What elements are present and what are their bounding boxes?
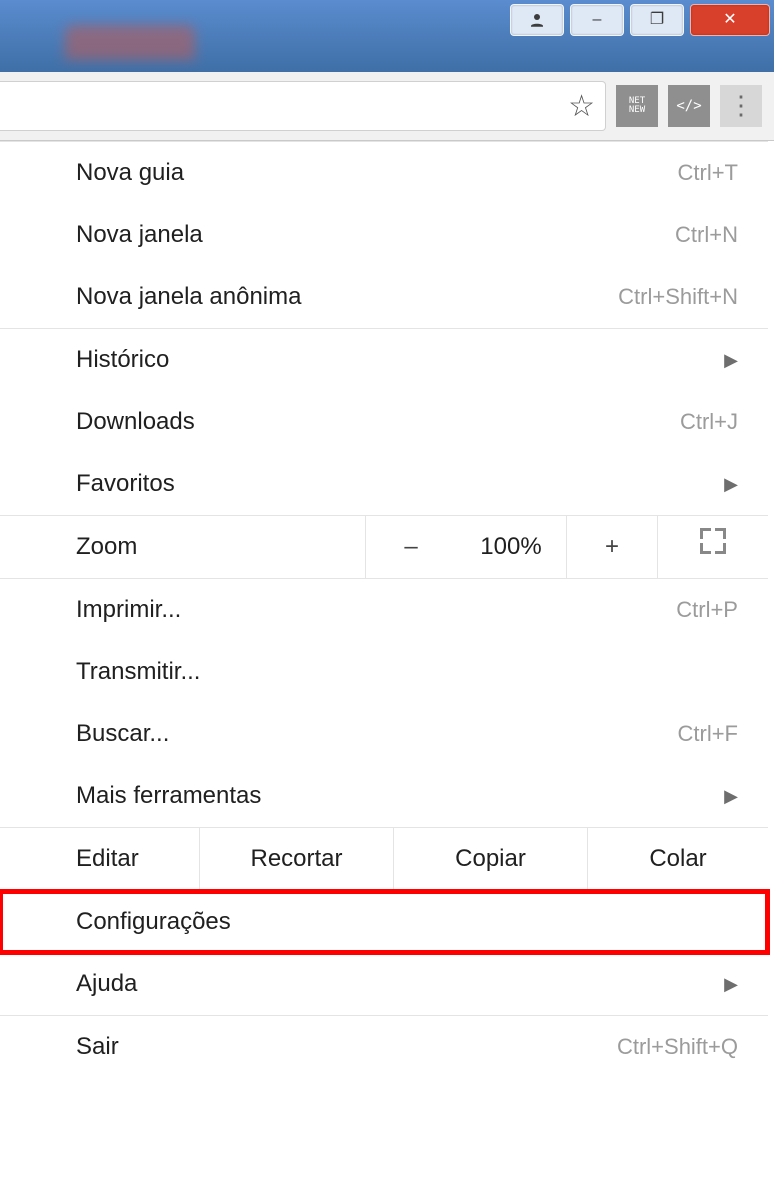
menu-exit[interactable]: Sair Ctrl+Shift+Q [0, 1015, 768, 1078]
menu-label: Ajuda [76, 970, 137, 998]
menu-new-window[interactable]: Nova janela Ctrl+N [0, 204, 768, 266]
browser-toolbar: ☆ NET NEW </> ⋮ [0, 72, 774, 141]
menu-label: Configurações [76, 908, 231, 936]
menu-print[interactable]: Imprimir... Ctrl+P [0, 579, 768, 641]
submenu-arrow-icon: ▶ [724, 350, 738, 371]
menu-history[interactable]: Histórico ▶ [0, 328, 768, 391]
menu-settings[interactable]: Configurações [0, 891, 768, 953]
menu-zoom: Zoom – 100% + [0, 515, 768, 579]
star-icon[interactable]: ☆ [568, 89, 595, 124]
submenu-arrow-icon: ▶ [724, 974, 738, 995]
main-menu-button[interactable]: ⋮ [720, 85, 762, 127]
edit-copy[interactable]: Copiar [394, 828, 588, 890]
minimize-icon: – [593, 12, 602, 28]
menu-label: Downloads [76, 408, 195, 436]
menu-shortcut: Ctrl+T [678, 160, 739, 186]
menu-label: Imprimir... [76, 596, 181, 624]
menu-label: Favoritos [76, 470, 175, 498]
extension-devtools[interactable]: </> [668, 85, 710, 127]
menu-new-tab[interactable]: Nova guia Ctrl+T [0, 142, 768, 204]
zoom-label: Zoom [0, 533, 365, 561]
maximize-button[interactable]: ❐ [630, 4, 684, 36]
menu-label: Nova janela anônima [76, 283, 301, 311]
close-icon: ✕ [723, 12, 736, 28]
edit-paste[interactable]: Colar [588, 828, 768, 890]
menu-more-tools[interactable]: Mais ferramentas ▶ [0, 765, 768, 827]
address-bar[interactable]: ☆ [0, 81, 606, 131]
fullscreen-icon [700, 528, 726, 554]
edit-label: Editar [0, 828, 200, 890]
menu-label: Sair [76, 1033, 119, 1061]
submenu-arrow-icon: ▶ [724, 786, 738, 807]
window-titlebar: – ❐ ✕ [0, 0, 774, 72]
fullscreen-button[interactable] [657, 516, 768, 578]
submenu-arrow-icon: ▶ [724, 474, 738, 495]
menu-shortcut: Ctrl+J [680, 409, 738, 435]
menu-label: Transmitir... [76, 658, 200, 686]
zoom-percent: 100% [456, 516, 566, 578]
menu-shortcut: Ctrl+P [676, 597, 738, 623]
menu-shortcut: Ctrl+Shift+N [618, 284, 738, 310]
user-switch-button[interactable] [510, 4, 564, 36]
menu-shortcut: Ctrl+N [675, 222, 738, 248]
menu-label: Mais ferramentas [76, 782, 261, 810]
menu-label: Nova guia [76, 159, 184, 187]
menu-bookmarks[interactable]: Favoritos ▶ [0, 453, 768, 515]
maximize-icon: ❐ [650, 12, 664, 28]
menu-incognito[interactable]: Nova janela anônima Ctrl+Shift+N [0, 266, 768, 328]
browser-tab[interactable] [65, 25, 195, 60]
menu-find[interactable]: Buscar... Ctrl+F [0, 703, 768, 765]
menu-cast[interactable]: Transmitir... [0, 641, 768, 703]
edit-cut[interactable]: Recortar [200, 828, 394, 890]
window-buttons: – ❐ ✕ [510, 0, 774, 36]
zoom-out-button[interactable]: – [365, 516, 456, 578]
close-button[interactable]: ✕ [690, 4, 770, 36]
menu-help[interactable]: Ajuda ▶ [0, 953, 768, 1015]
extension-netnew[interactable]: NET NEW [616, 85, 658, 127]
minimize-button[interactable]: – [570, 4, 624, 36]
menu-label: Nova janela [76, 221, 203, 249]
zoom-in-button[interactable]: + [566, 516, 657, 578]
menu-shortcut: Ctrl+Shift+Q [617, 1034, 738, 1060]
menu-downloads[interactable]: Downloads Ctrl+J [0, 391, 768, 453]
menu-label: Buscar... [76, 720, 169, 748]
menu-shortcut: Ctrl+F [678, 721, 739, 747]
menu-label: Histórico [76, 346, 169, 374]
chrome-main-menu: Nova guia Ctrl+T Nova janela Ctrl+N Nova… [0, 141, 768, 1078]
menu-edit-row: Editar Recortar Copiar Colar [0, 827, 768, 891]
